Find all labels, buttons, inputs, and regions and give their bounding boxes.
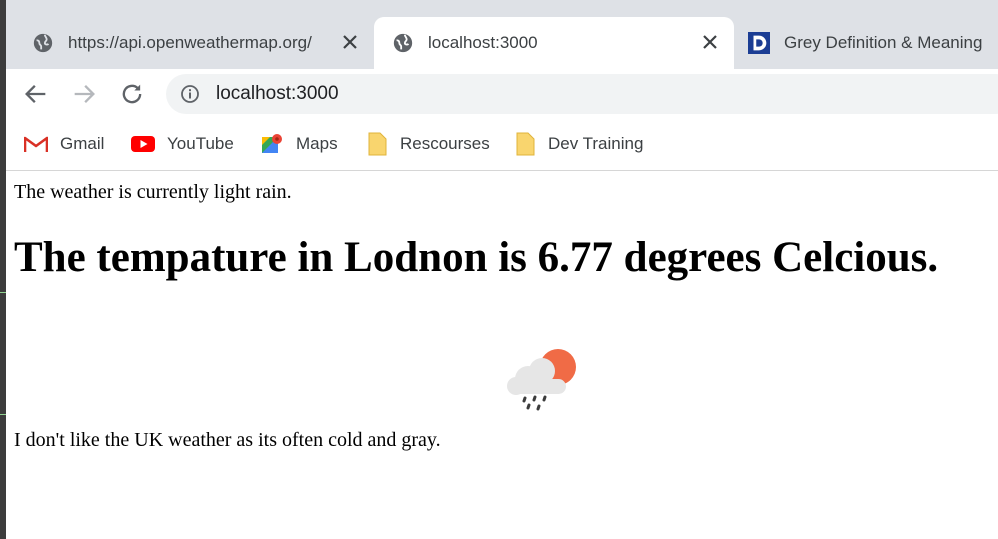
tab-openweathermap[interactable]: https://api.openweathermap.org/ (32, 17, 362, 69)
maps-icon (262, 134, 282, 153)
bookmark-label: Rescourses (400, 134, 490, 153)
address-text: localhost:3000 (216, 83, 339, 104)
weather-comment: I don't like the UK weather as its often… (14, 429, 441, 451)
edge-marker (0, 292, 6, 293)
bookmark-youtube[interactable]: YouTube (131, 131, 234, 157)
folder-icon (516, 132, 535, 156)
forward-arrow-icon[interactable] (70, 80, 98, 108)
bookmark-label: YouTube (167, 134, 234, 153)
tab-title: https://api.openweathermap.org/ (68, 33, 312, 52)
tab-localhost[interactable]: localhost:3000 (374, 17, 734, 69)
youtube-icon (131, 136, 155, 152)
back-arrow-icon[interactable] (22, 80, 50, 108)
globe-icon (33, 33, 53, 53)
bookmark-rescourses[interactable]: Rescourses (368, 131, 490, 157)
bookmark-dev-training[interactable]: Dev Training (516, 131, 643, 157)
bookmark-label: Dev Training (548, 134, 644, 153)
gmail-icon (24, 136, 48, 152)
globe-icon (393, 33, 413, 53)
tab-title: localhost:3000 (428, 33, 538, 52)
light-rain-day-icon (507, 349, 576, 411)
page-content: The weather is currently light rain. The… (14, 171, 998, 539)
tab-grey-definition[interactable]: Grey Definition & Meaning (748, 17, 998, 69)
bookmark-label: Maps (296, 134, 338, 153)
site-info-icon[interactable] (180, 84, 200, 104)
browser-toolbar: localhost:3000 (6, 69, 998, 119)
edge-marker (0, 414, 6, 415)
tab-title: Grey Definition & Meaning (784, 33, 983, 52)
close-tab-icon[interactable] (698, 30, 722, 54)
reload-icon[interactable] (118, 80, 146, 108)
close-tab-icon[interactable] (338, 30, 362, 54)
folder-icon (368, 132, 387, 156)
bookmark-label: Gmail (60, 134, 105, 153)
bookmark-maps[interactable]: Maps (262, 131, 338, 157)
temperature-heading: The tempature in Lodnon is 6.77 degrees … (14, 234, 939, 281)
address-bar[interactable]: localhost:3000 (166, 74, 998, 114)
bookmarks-bar: Gmail YouTube Maps Rescourses Dev Traini… (6, 119, 998, 171)
dictionary-logo-icon (748, 32, 770, 54)
weather-description: The weather is currently light rain. (14, 181, 292, 203)
bookmark-gmail[interactable]: Gmail (24, 131, 104, 157)
tab-strip: https://api.openweathermap.org/ localhos… (6, 0, 998, 69)
